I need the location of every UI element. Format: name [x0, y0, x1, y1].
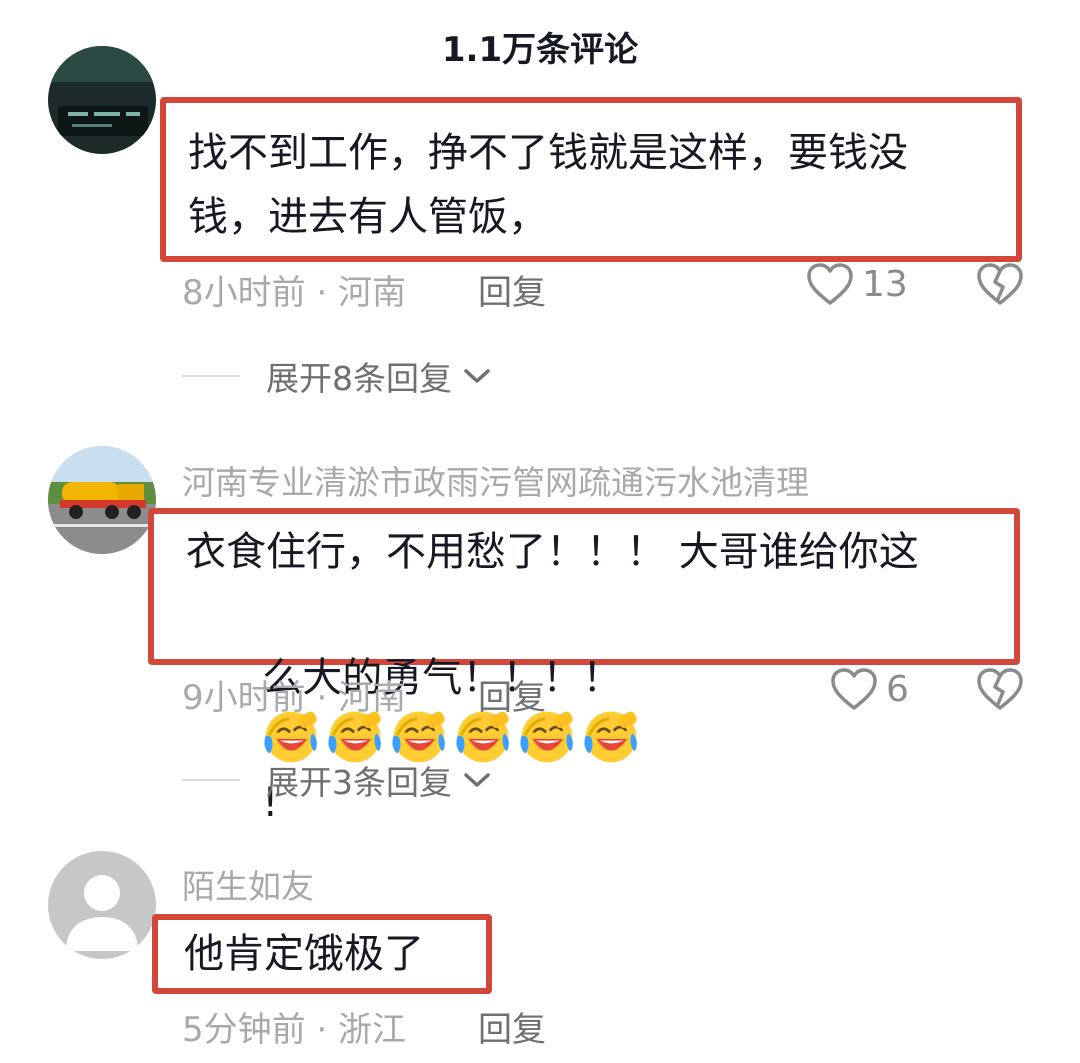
reply-button[interactable]: 回复 [478, 265, 546, 314]
avatar[interactable] [48, 851, 156, 959]
heart-icon [831, 668, 877, 710]
comment-text-line-1: 衣食住行，不用愁了！！！ 大哥谁给你这 [186, 529, 919, 575]
content-highlight-box: 找不到工作，挣不了钱就是这样，要钱没 钱，进去有人管饭， [160, 97, 1022, 262]
reply-button[interactable]: 回复 [478, 670, 546, 719]
username[interactable]: 陌生如友 [182, 860, 314, 908]
dislike-button[interactable] [976, 667, 1024, 715]
avatar[interactable] [48, 446, 156, 554]
content-highlight-box: 他肯定饿极了 [152, 914, 492, 994]
divider-line [182, 779, 240, 781]
like-button[interactable]: 13 [806, 262, 908, 306]
expand-replies-label: 展开3条回复 [266, 763, 452, 802]
broken-heart-icon [977, 263, 1023, 305]
divider-line [182, 375, 240, 377]
expand-replies-button[interactable]: 展开8条回复 [182, 352, 492, 400]
reply-button[interactable]: 回复 [478, 1002, 546, 1051]
comments-count-title: 1.1万条评论 [441, 30, 639, 70]
heart-icon [807, 263, 853, 305]
like-count: 6 [886, 668, 909, 710]
default-avatar-icon [48, 851, 156, 959]
comment-time-location: 5分钟前 · 浙江 [182, 1010, 407, 1050]
comment-time-location: 8小时前 · 河南 [182, 273, 407, 313]
comment-text-line-1: 找不到工作，挣不了钱就是这样，要钱没 [188, 130, 908, 176]
chevron-down-icon [464, 773, 490, 787]
chevron-down-icon [464, 369, 490, 383]
avatar[interactable] [48, 46, 156, 154]
like-button[interactable]: 6 [830, 667, 909, 711]
dislike-button[interactable] [976, 262, 1024, 310]
expand-replies-button[interactable]: 展开3条回复 [182, 756, 492, 804]
username[interactable]: 河南专业清淤市政雨污管网疏通污水池清理 [182, 456, 809, 504]
expand-replies-label: 展开8条回复 [266, 359, 452, 398]
comment-text-line-1: 他肯定饿极了 [184, 931, 424, 977]
laugh-cry-emoji [584, 711, 638, 763]
comment-text-line-2: 钱，进去有人管饭， [188, 194, 548, 240]
comment-time-location: 9小时前 · 河南 [182, 678, 407, 718]
broken-heart-icon [977, 668, 1023, 710]
comment-text-line-2: 么大的勇气！！！！ ! [186, 588, 646, 893]
content-highlight-box: 衣食住行，不用愁了！！！ 大哥谁给你这 么大的勇气！！！！ ! [148, 508, 1020, 826]
like-count: 13 [862, 263, 908, 305]
